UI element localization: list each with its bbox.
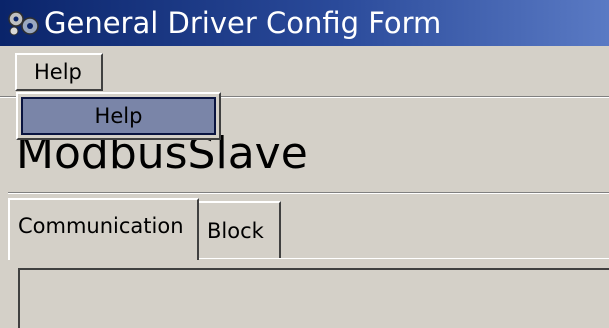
tab-block[interactable]: Block bbox=[199, 201, 281, 258]
menu-item-help[interactable]: Help bbox=[21, 97, 216, 135]
window-body: Help ModbusSlave Communication Block Hel… bbox=[0, 46, 609, 328]
tab-communication[interactable]: Communication bbox=[8, 198, 199, 260]
window-title: General Driver Config Form bbox=[44, 6, 442, 40]
gears-icon bbox=[6, 9, 42, 37]
menu-help[interactable]: Help bbox=[15, 53, 103, 91]
help-dropdown-menu: Help bbox=[16, 92, 221, 140]
tab-strip-line bbox=[199, 258, 609, 259]
separator bbox=[8, 192, 609, 194]
title-bar[interactable]: General Driver Config Form bbox=[0, 0, 609, 46]
tab-content-panel bbox=[18, 268, 609, 328]
menu-bar: Help bbox=[0, 46, 609, 97]
